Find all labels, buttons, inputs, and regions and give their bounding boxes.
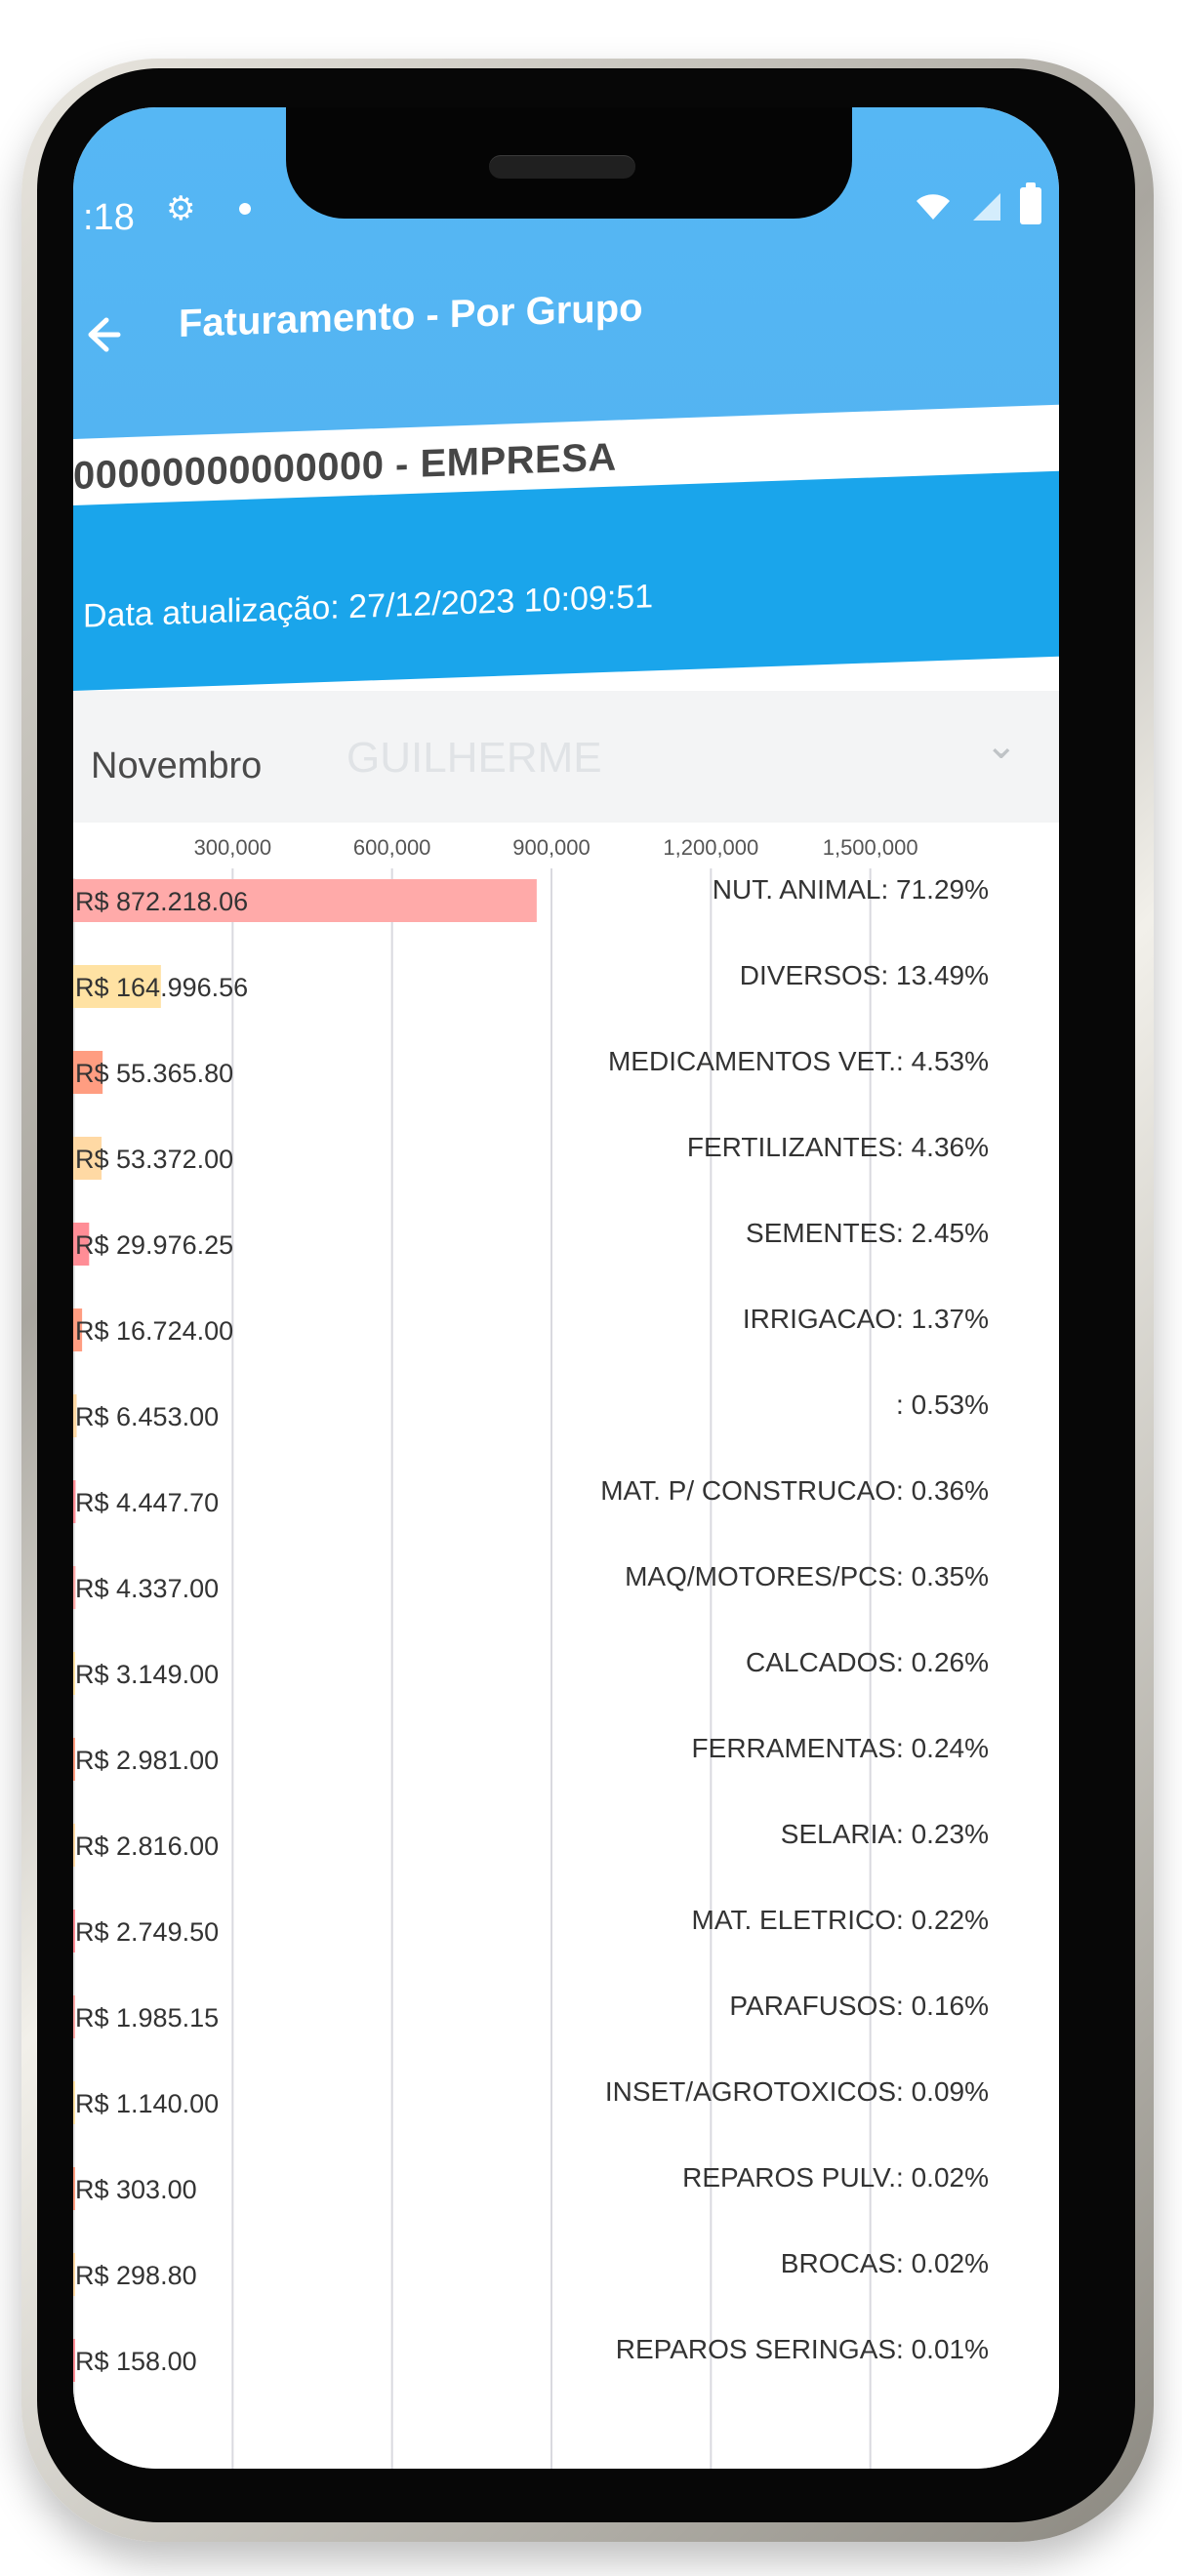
- category-percent-label: MAT. ELETRICO: 0.22%: [692, 1905, 989, 1935]
- category-percent-label: MEDICAMENTOS VET.: 4.53%: [608, 1046, 989, 1076]
- bar-value-label: R$ 53.372.00: [75, 1145, 233, 1174]
- category-percent-label: BROCAS: 0.02%: [781, 2248, 989, 2278]
- category-percent-label: IRRIGACAO: 1.37%: [743, 1304, 989, 1334]
- bar-value-label: R$ 303.00: [75, 2175, 197, 2204]
- bar-value-label: R$ 4.447.70: [75, 1488, 219, 1517]
- bar-value-label: R$ 2.981.00: [75, 1746, 219, 1775]
- user-name-watermark: GUILHERME: [346, 734, 602, 782]
- category-percent-label: SEMENTES: 2.45%: [746, 1218, 989, 1248]
- bar-value-label: R$ 6.453.00: [75, 1402, 219, 1431]
- category-percent-label: DIVERSOS: 13.49%: [740, 960, 989, 990]
- bar-value-label: R$ 3.149.00: [75, 1660, 219, 1689]
- sales-by-group-chart: 300,000 600,000 900,000 1,200,000 1,500,000 R…: [73, 825, 1059, 2469]
- month-filter[interactable]: Novembro GUILHERME ⌄: [73, 691, 1059, 823]
- bar-value-label: R$ 29.976.25: [75, 1230, 233, 1260]
- date-bar: Data atualização: 27/12/2023 10:09:51: [73, 470, 1059, 691]
- phone-screen: :18 ⚙ Faturamento - Por Grupo 0000000000…: [73, 107, 1059, 2469]
- category-percent-label: : 0.53%: [896, 1389, 989, 1420]
- bar-value-label: R$ 1.985.15: [75, 2003, 219, 2033]
- battery-icon: [1020, 182, 1041, 224]
- bar-chart: 300,000 600,000 900,000 1,200,000 1,500,000 R…: [73, 835, 989, 2469]
- bar-value-label: R$ 16.724.00: [75, 1316, 233, 1346]
- category-percent-label: MAT. P/ CONSTRUCAO: 0.36%: [600, 1475, 989, 1506]
- category-percent-label: REPAROS SERINGAS: 0.01%: [616, 2334, 989, 2364]
- chevron-down-icon[interactable]: ⌄: [985, 726, 1018, 765]
- bar-value-label: R$ 872.218.06: [75, 887, 248, 916]
- camera-notch: [286, 107, 852, 219]
- wifi-icon: [917, 194, 950, 220]
- category-percent-label: FERRAMENTAS: 0.24%: [692, 1733, 989, 1763]
- category-percent-label: NUT. ANIMAL: 71.29%: [713, 874, 989, 905]
- last-updated-label: Data atualização: 27/12/2023 10:09:51: [83, 578, 654, 635]
- bar-value-label: R$ 298.80: [75, 2261, 197, 2290]
- x-axis-tick-label: 1,200,000: [663, 835, 758, 860]
- x-axis-tick-label: 600,000: [353, 835, 431, 860]
- page-title: Faturamento - Por Grupo: [179, 286, 643, 345]
- category-percent-label: SELARIA: 0.23%: [781, 1819, 989, 1849]
- gear-icon: ⚙: [166, 190, 196, 227]
- status-icons: [913, 182, 1041, 224]
- bar-value-label: R$ 4.337.00: [75, 1574, 219, 1603]
- bar-value-label: R$ 1.140.00: [75, 2089, 219, 2118]
- category-percent-label: PARAFUSOS: 0.16%: [729, 1991, 989, 2021]
- back-arrow-icon[interactable]: [81, 312, 126, 357]
- app-bar: Faturamento - Por Grupo: [73, 273, 1059, 390]
- category-percent-label: FERTILIZANTES: 4.36%: [687, 1132, 989, 1162]
- x-axis-tick-label: 300,000: [194, 835, 272, 860]
- category-percent-label: CALCADOS: 0.26%: [746, 1647, 989, 1677]
- category-percent-label: INSET/AGROTOXICOS: 0.09%: [605, 2076, 989, 2107]
- x-axis-tick-label: 1,500,000: [823, 835, 918, 860]
- x-axis-tick-label: 900,000: [512, 835, 591, 860]
- signal-icon: [973, 193, 1000, 221]
- category-percent-label: MAQ/MOTORES/PCS: 0.35%: [625, 1561, 989, 1591]
- category-percent-label: REPAROS PULV.: 0.02%: [682, 2162, 989, 2193]
- notification-dot-icon: [239, 203, 251, 215]
- bar-value-label: R$ 164.996.56: [75, 973, 248, 1002]
- speaker-grille: [489, 155, 635, 179]
- month-selector[interactable]: Novembro: [91, 745, 262, 787]
- bar-value-label: R$ 2.749.50: [75, 1917, 219, 1947]
- bar-value-label: R$ 55.365.80: [75, 1059, 233, 1088]
- bar-value-label: R$ 2.816.00: [75, 1831, 219, 1861]
- status-bar: :18 ⚙ Faturamento - Por Grupo: [73, 107, 1059, 449]
- bar-value-label: R$ 158.00: [75, 2347, 197, 2376]
- status-time: :18: [83, 197, 135, 238]
